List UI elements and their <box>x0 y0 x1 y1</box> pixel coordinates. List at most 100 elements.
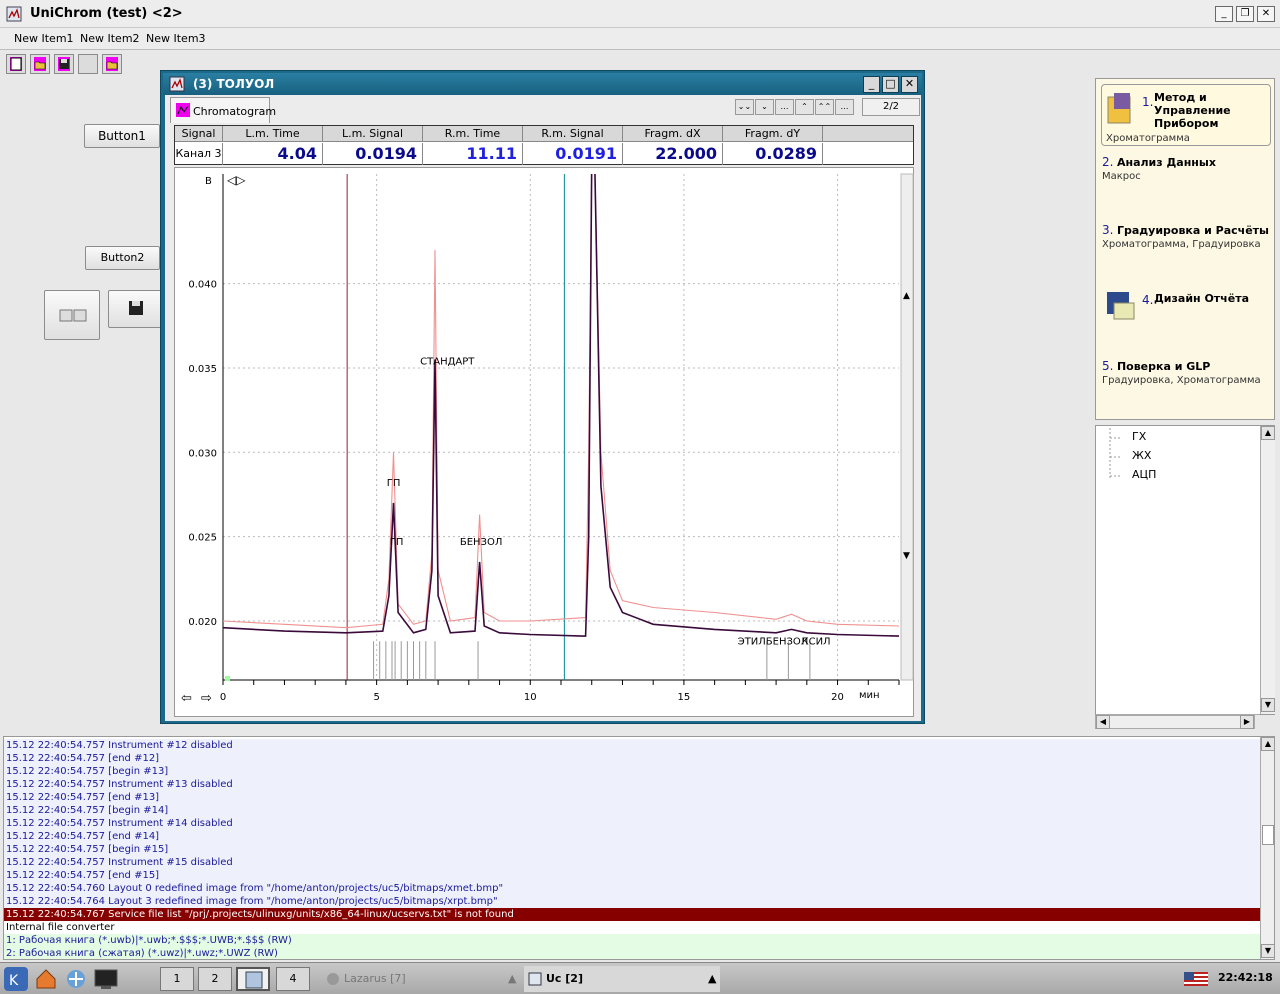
grid-cell-lm-time[interactable]: 4.04 <box>223 143 323 165</box>
y-tick-label: 0.020 <box>188 617 217 628</box>
open-folder-button[interactable] <box>102 54 122 74</box>
y-tick-label: 0.035 <box>188 364 217 375</box>
log-line: 15.12 22:40:54.757 [begin #14] <box>4 804 1260 817</box>
peak-label: БЕНЗОЛ <box>460 537 503 548</box>
scroll-right-arrow[interactable]: ▶ <box>1240 715 1254 729</box>
desktop-3-button[interactable] <box>236 967 270 991</box>
wizard-title-2: Анализ Данных <box>1116 156 1216 169</box>
tree-item-adc[interactable]: АЦП <box>1132 468 1156 481</box>
terminal-icon[interactable] <box>94 967 118 991</box>
lazarus-icon <box>327 973 339 985</box>
page-indicator: 2/2 <box>862 98 920 116</box>
folder-open-icon <box>34 57 46 71</box>
open-file-button[interactable] <box>30 54 50 74</box>
wizard-num-1: 1. <box>1142 95 1154 109</box>
wizard-num-5: 5. <box>1102 359 1114 373</box>
task-lazarus[interactable]: Lazarus [7] ▲ <box>322 966 518 992</box>
child-minimize-button[interactable]: _ <box>863 76 880 93</box>
log-scroll-thumb[interactable] <box>1262 825 1274 845</box>
home-folder-icon[interactable] <box>34 967 58 991</box>
grid-cell-fragm-dy[interactable]: 0.0289 <box>723 143 823 165</box>
scroll-up-arrow[interactable]: ▲ <box>1261 426 1275 440</box>
task-uc-arrow-icon[interactable]: ▲ <box>708 966 716 992</box>
wizard-num-2: 2. <box>1102 155 1114 169</box>
peak-label: КСИЛ <box>801 637 830 648</box>
restore-button[interactable]: ❐ <box>1236 6 1254 22</box>
grid-cell-fragm-dx[interactable]: 22.000 <box>623 143 723 165</box>
grid-header-fragm-dy: Fragm. dY <box>723 126 823 142</box>
minimize-button[interactable]: _ <box>1215 6 1233 22</box>
grid-cell-lm-signal[interactable]: 0.0194 <box>323 143 423 165</box>
wizard-item-3[interactable]: 3. Градуировка и Расчёты Хроматограмма, … <box>1102 223 1272 283</box>
tree-item-lc[interactable]: ЖХ <box>1132 449 1151 462</box>
konqueror-icon[interactable] <box>64 967 88 991</box>
save-file-button[interactable] <box>54 54 74 74</box>
x-tick-label: 15 <box>678 692 691 703</box>
task-lazarus-arrow-icon[interactable]: ▲ <box>508 966 516 992</box>
floppy-icon <box>129 301 143 315</box>
zoom-out-button[interactable]: ⌄ <box>755 99 774 115</box>
y-tick-label: 0.025 <box>188 533 217 544</box>
wizard-item-4[interactable]: 4. Дизайн Отчёта <box>1102 289 1272 349</box>
close-button[interactable]: ✕ <box>1257 6 1275 22</box>
kde-menu-icon[interactable]: K <box>4 967 28 991</box>
us-flag-icon[interactable] <box>1184 972 1208 986</box>
layout-button[interactable] <box>44 290 100 340</box>
grid-cell-rm-signal[interactable]: 0.0191 <box>523 143 623 165</box>
wizard-title-4: Дизайн Отчёта <box>1154 292 1249 305</box>
zoom-out-all-button[interactable]: ⌄⌄ <box>735 99 754 115</box>
task-uc[interactable]: Uc [2] ▲ <box>524 966 720 992</box>
log-panel[interactable]: 15.12 22:40:54.757 Instrument #12 disabl… <box>3 736 1275 960</box>
log-line: 15.12 22:40:54.757 [begin #13] <box>4 765 1260 778</box>
tool-button-3[interactable]: … <box>775 99 794 115</box>
wizard-item-5[interactable]: 5. Поверка и GLP Градуировка, Хроматогра… <box>1102 359 1272 409</box>
log-scroll-up-arrow[interactable]: ▲ <box>1261 737 1274 751</box>
log-vertical-scrollbar[interactable]: ▲ ▼ <box>1260 737 1274 959</box>
log-scroll-down-arrow[interactable]: ▼ <box>1261 944 1274 958</box>
menu-item-2[interactable]: New Item2 <box>80 32 140 45</box>
grid-header-rm-signal: R.m. Signal <box>523 126 623 142</box>
child-maximize-button[interactable]: □ <box>882 76 899 93</box>
wizard-sub-1: Хроматограмма <box>1106 133 1190 144</box>
new-file-icon <box>10 57 22 71</box>
grid-cell-signal[interactable]: Канал 3 <box>175 143 223 165</box>
desktop-1-button[interactable]: 1 <box>160 967 194 991</box>
grid-header-lm-time: L.m. Time <box>223 126 323 142</box>
log-line: 15.12 22:40:54.760 Layout 0 redefined im… <box>4 882 1260 895</box>
marker-grid: Signal L.m. Time L.m. Signal R.m. Time R… <box>174 125 914 165</box>
scroll-down-arrow[interactable]: ▼ <box>1261 698 1275 712</box>
menu-item-1[interactable]: New Item1 <box>14 32 74 45</box>
new-file-button[interactable] <box>6 54 26 74</box>
menu-item-3[interactable]: New Item3 <box>146 32 206 45</box>
y-tick-label: 0.040 <box>188 280 217 291</box>
scroll-left-arrow[interactable]: ◀ <box>1096 715 1110 729</box>
blank-toolbar-button[interactable] <box>78 54 98 74</box>
button1[interactable]: Button1 <box>84 124 160 148</box>
child-window-body: Chromatogram ⌄⌄ ⌄ … ⌃ ⌃⌃ … 2/2 Signal L.… <box>165 95 921 721</box>
peak-label: ГП <box>390 537 404 548</box>
tree-connectors <box>1109 428 1122 480</box>
child-close-button[interactable]: ✕ <box>901 76 918 93</box>
wizard-title-5: Поверка и GLP <box>1116 360 1211 373</box>
save-layout-button[interactable] <box>108 290 162 328</box>
grid-cell-rm-time[interactable]: 11.11 <box>423 143 523 165</box>
task-lazarus-label: Lazarus [7] <box>344 972 406 985</box>
tool-button-6[interactable]: … <box>835 99 854 115</box>
tree-vertical-scrollbar[interactable]: ▲ ▼ <box>1260 426 1275 714</box>
wizard-title-1: Метод и Управление Прибором <box>1154 91 1231 130</box>
desktop-2-button[interactable]: 2 <box>198 967 232 991</box>
wizard-item-2[interactable]: 2. Анализ Данных Макрос <box>1102 155 1272 215</box>
log-line: 15.12 22:40:54.757 [end #14] <box>4 830 1260 843</box>
zoom-in-all-button[interactable]: ⌃⌃ <box>815 99 834 115</box>
tab-chromatogram[interactable]: Chromatogram <box>170 97 276 123</box>
button2[interactable]: Button2 <box>85 246 160 270</box>
tree-item-gc[interactable]: ГХ <box>1132 430 1146 443</box>
task-uc-label: Uc [2] <box>546 972 583 985</box>
chromatogram-svg[interactable]: 0.020 0.025 0.030 0.035 0.040 0 5 10 15 20 Вмин СТА… <box>175 168 915 718</box>
chromatogram-plot[interactable]: 0.020 0.025 0.030 0.035 0.040 0 5 10 15 20 Вмин СТА… <box>174 167 914 717</box>
desktop-4-button[interactable]: 4 <box>276 967 310 991</box>
zoom-in-button[interactable]: ⌃ <box>795 99 814 115</box>
tree-horizontal-scrollbar[interactable]: ◀ ▶ <box>1095 715 1255 729</box>
chromatogram-tab-icon <box>176 103 190 117</box>
wizard-item-1[interactable]: 1. Метод и Управление Прибором Хроматогр… <box>1101 84 1271 146</box>
